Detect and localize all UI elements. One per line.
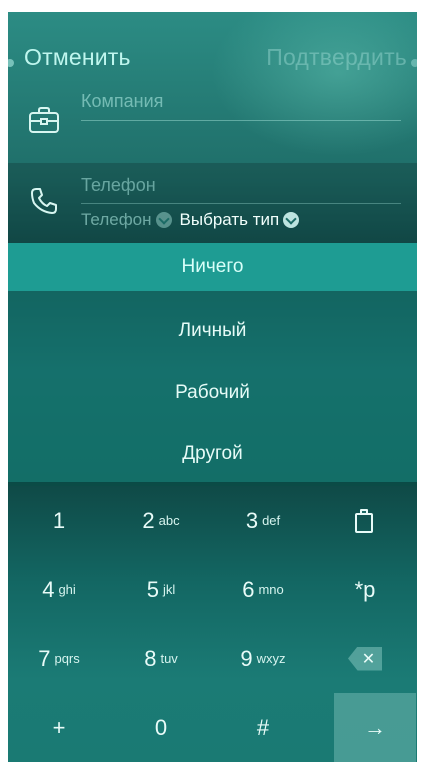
key-4[interactable]: 4 ghi xyxy=(8,555,110,624)
chevron-down-icon[interactable] xyxy=(155,212,172,228)
menu-option-work[interactable]: Рабочий xyxy=(8,369,417,417)
key-9[interactable]: 9 wxyz xyxy=(212,624,314,693)
enter-key[interactable]: → xyxy=(334,693,416,762)
confirm-button[interactable]: Подтвердить xyxy=(266,44,407,71)
paste-icon xyxy=(355,508,375,533)
menu-option-other[interactable]: Другой xyxy=(8,430,417,478)
key-8[interactable]: 8 tuv xyxy=(110,624,212,693)
key-hash[interactable]: # xyxy=(212,693,314,762)
backspace-key[interactable]: ✕ xyxy=(314,624,416,693)
company-underline xyxy=(81,120,401,121)
select-type-button[interactable]: Выбрать тип xyxy=(180,210,280,230)
numeric-keypad: 1 2 abc 3 def 4 ghi 5 jkl 6 mno *p 7 pqrs 8 tuv… xyxy=(8,486,417,762)
pulley-indicator-right xyxy=(411,59,417,67)
key-star-p[interactable]: *p xyxy=(314,555,416,624)
menu-option-personal[interactable]: Личный xyxy=(8,307,417,355)
phone-type-row: Телефон Выбрать тип xyxy=(81,210,300,230)
key-2[interactable]: 2 abc xyxy=(110,486,212,555)
phone-type-label[interactable]: Телефон xyxy=(81,210,152,230)
phone-type-menu: Ничего Личный Рабочий Другой xyxy=(8,243,417,483)
menu-option-none[interactable]: Ничего xyxy=(8,243,417,291)
enter-arrow-icon: → xyxy=(364,714,386,740)
key-1[interactable]: 1 xyxy=(8,486,110,555)
contact-editor-screen: Отменить Подтвердить Компания Телефон Те… xyxy=(8,12,417,762)
key-6[interactable]: 6 mno xyxy=(212,555,314,624)
phone-icon xyxy=(31,188,57,214)
phone-underline xyxy=(81,203,401,204)
chevron-down-icon[interactable] xyxy=(283,212,300,228)
key-plus[interactable]: + xyxy=(8,693,110,762)
paste-key[interactable] xyxy=(314,486,416,555)
backspace-icon: ✕ xyxy=(348,646,382,671)
company-field-row[interactable]: Компания xyxy=(8,86,417,156)
phone-placeholder: Телефон xyxy=(81,175,156,195)
header-bar: Отменить Подтвердить xyxy=(8,36,417,84)
company-placeholder: Компания xyxy=(81,91,164,111)
key-3[interactable]: 3 def xyxy=(212,486,314,555)
phone-field-row[interactable]: Телефон Телефон Выбрать тип xyxy=(8,163,417,245)
key-0[interactable]: 0 xyxy=(110,693,212,762)
key-5[interactable]: 5 jkl xyxy=(110,555,212,624)
briefcase-icon xyxy=(29,107,59,133)
pulley-indicator-left xyxy=(8,59,14,67)
cancel-button[interactable]: Отменить xyxy=(24,44,131,71)
key-7[interactable]: 7 pqrs xyxy=(8,624,110,693)
